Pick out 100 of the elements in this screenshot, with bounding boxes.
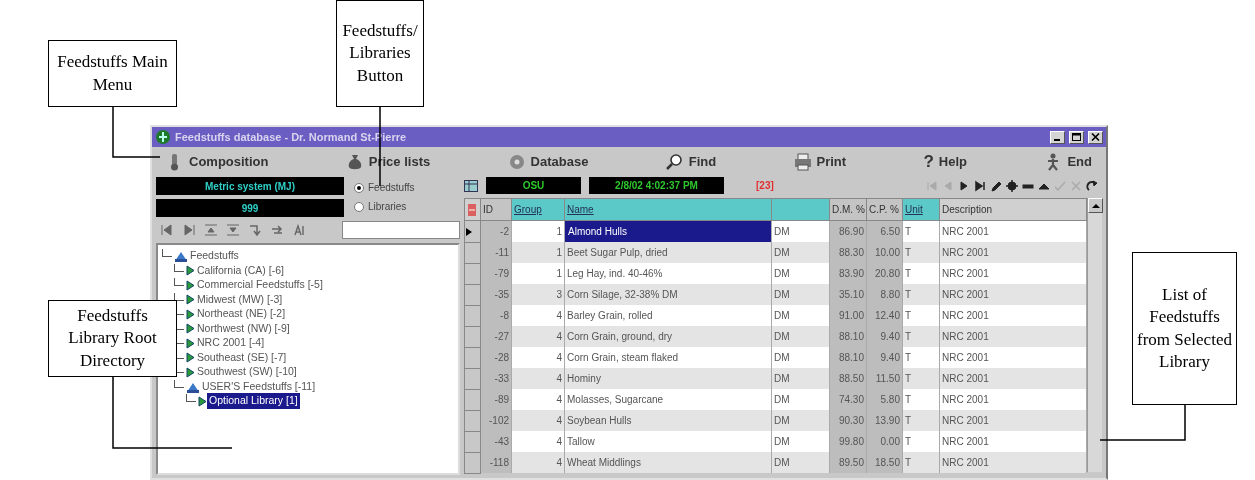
disc-icon bbox=[507, 153, 526, 171]
record-nav-button[interactable] bbox=[1006, 179, 1018, 192]
previous-icon bbox=[942, 179, 954, 192]
table-cell: -8 bbox=[480, 305, 512, 326]
table-cell: DM bbox=[771, 347, 830, 368]
record-nav-button[interactable] bbox=[974, 179, 986, 192]
callout-label: List of Feedstuffs from Selected Library bbox=[1132, 252, 1237, 405]
table-cell: 9.40 bbox=[866, 326, 903, 347]
radio-option[interactable]: Feedstuffs bbox=[354, 180, 454, 195]
tree-item[interactable]: USER'S Feedstuffs [-11] bbox=[200, 378, 318, 395]
table-cell: -118 bbox=[480, 452, 512, 473]
table-cell: NRC 2001 bbox=[939, 263, 1087, 284]
table-cell: NRC 2001 bbox=[939, 284, 1087, 305]
table-cell: 5.80 bbox=[866, 389, 903, 410]
table-cell: NRC 2001 bbox=[939, 326, 1087, 347]
table-cell: DM bbox=[771, 305, 830, 326]
column-header[interactable]: Name bbox=[564, 198, 772, 221]
tree-tool-button[interactable] bbox=[182, 223, 196, 237]
record-nav-button[interactable] bbox=[1086, 179, 1098, 192]
table-cell: 83.90 bbox=[829, 263, 867, 284]
table-cell: T bbox=[902, 326, 940, 347]
table-cell: Barley Grain, rolled bbox=[564, 305, 772, 326]
scrollbar[interactable] bbox=[1087, 198, 1102, 472]
column-header[interactable]: C.P. % bbox=[866, 198, 903, 221]
radio-option[interactable]: Libraries bbox=[354, 199, 454, 214]
tree-tool-button[interactable] bbox=[270, 223, 284, 237]
refresh-icon bbox=[1086, 179, 1098, 192]
table-cell: Corn Grain, steam flaked bbox=[564, 347, 772, 368]
triangle-icon bbox=[186, 294, 195, 306]
table-cell: T bbox=[902, 305, 940, 326]
tree-tool-button[interactable] bbox=[204, 223, 218, 237]
column-header[interactable]: Unit bbox=[902, 198, 940, 221]
column-header[interactable]: D.M. % bbox=[829, 198, 867, 221]
triangle-icon bbox=[186, 337, 195, 349]
table-cell: 74.30 bbox=[829, 389, 867, 410]
tree-item[interactable]: Feedstuffs bbox=[188, 248, 241, 265]
maximize-button[interactable] bbox=[1069, 130, 1084, 144]
table-cell: 91.00 bbox=[829, 305, 867, 326]
table-cell: NRC 2001 bbox=[939, 452, 1087, 473]
tree-item[interactable]: Southeast (SE) [-7] bbox=[195, 349, 289, 366]
column-header[interactable]: ID bbox=[480, 198, 512, 221]
unit-system-display: Metric system (MJ) bbox=[156, 177, 344, 195]
table-cell: T bbox=[902, 242, 940, 263]
menu-button[interactable]: Composition bbox=[160, 152, 275, 172]
table-cell: NRC 2001 bbox=[939, 305, 1087, 326]
tree-tool-button[interactable] bbox=[160, 223, 174, 237]
table-cell: -43 bbox=[480, 431, 512, 452]
search-field[interactable] bbox=[342, 221, 460, 239]
tree-item[interactable]: Optional Library [1] bbox=[207, 393, 300, 410]
row-selector[interactable] bbox=[464, 220, 481, 242]
table-cell: -28 bbox=[480, 347, 512, 368]
callout-label: Feedstuffs/ Libraries Button bbox=[336, 0, 424, 107]
callout-label: Feedstuffs Library Root Directory bbox=[48, 300, 177, 377]
table-cell: DM bbox=[771, 242, 830, 263]
app-icon bbox=[155, 129, 171, 145]
triangle-icon bbox=[186, 366, 195, 378]
tree-tool-button[interactable] bbox=[226, 223, 240, 237]
last-icon bbox=[974, 179, 986, 192]
table-cell: DM bbox=[771, 326, 830, 347]
column-header[interactable]: Description bbox=[939, 198, 1087, 221]
table-cell: T bbox=[902, 410, 940, 431]
tree-item[interactable]: Northwest (NW) [-9] bbox=[195, 320, 292, 337]
table-cell: 20.80 bbox=[866, 263, 903, 284]
column-header[interactable] bbox=[771, 198, 830, 221]
menu-button[interactable]: Print bbox=[787, 152, 853, 172]
record-nav-button[interactable] bbox=[958, 179, 970, 192]
menu-button[interactable]: Find bbox=[659, 152, 723, 172]
tree-item[interactable]: NRC 2001 [-4] bbox=[195, 335, 267, 352]
table-cell: Soybean Hulls bbox=[564, 410, 772, 431]
table-cell: NRC 2001 bbox=[939, 389, 1087, 410]
maximize-icon bbox=[1072, 133, 1081, 141]
minimize-button[interactable] bbox=[1050, 130, 1065, 144]
tree-item[interactable]: Southwest (SW) [-10] bbox=[195, 364, 299, 381]
menu-button[interactable]: End bbox=[1038, 152, 1098, 172]
table-cell: -35 bbox=[480, 284, 512, 305]
table-cell: Beet Sugar Pulp, dried bbox=[564, 242, 772, 263]
close-button[interactable] bbox=[1088, 130, 1103, 144]
tree-tool-button[interactable] bbox=[248, 223, 262, 237]
tree-item[interactable]: California (CA) [-6] bbox=[195, 262, 286, 279]
magnifier-icon bbox=[665, 153, 684, 171]
record-count: [23] bbox=[756, 179, 774, 193]
table-cell: 88.10 bbox=[829, 326, 867, 347]
menu-button[interactable]: Database bbox=[501, 152, 595, 172]
table-cell: T bbox=[902, 368, 940, 389]
table-cell: T bbox=[902, 452, 940, 473]
table-cell: DM bbox=[771, 263, 830, 284]
table-cell: T bbox=[902, 431, 940, 452]
table-cell: NRC 2001 bbox=[939, 431, 1087, 452]
tree-item[interactable]: Commercial Feedstuffs [-5] bbox=[195, 277, 325, 294]
tree-item[interactable]: Midwest (MW) [-3] bbox=[195, 291, 285, 308]
callout-label: Feedstuffs Main Menu bbox=[48, 40, 177, 107]
column-header[interactable]: Group bbox=[511, 198, 565, 221]
record-nav-button[interactable] bbox=[990, 179, 1002, 192]
menu-button[interactable]: ? Help bbox=[917, 149, 974, 175]
table-cell: 35.10 bbox=[829, 284, 867, 305]
collapse-icon bbox=[204, 223, 218, 237]
user-display: OSU bbox=[486, 177, 581, 194]
grid-icon bbox=[464, 179, 478, 192]
tree-item[interactable]: Northeast (NE) [-2] bbox=[195, 306, 288, 323]
table-cell: 4 bbox=[511, 389, 565, 410]
